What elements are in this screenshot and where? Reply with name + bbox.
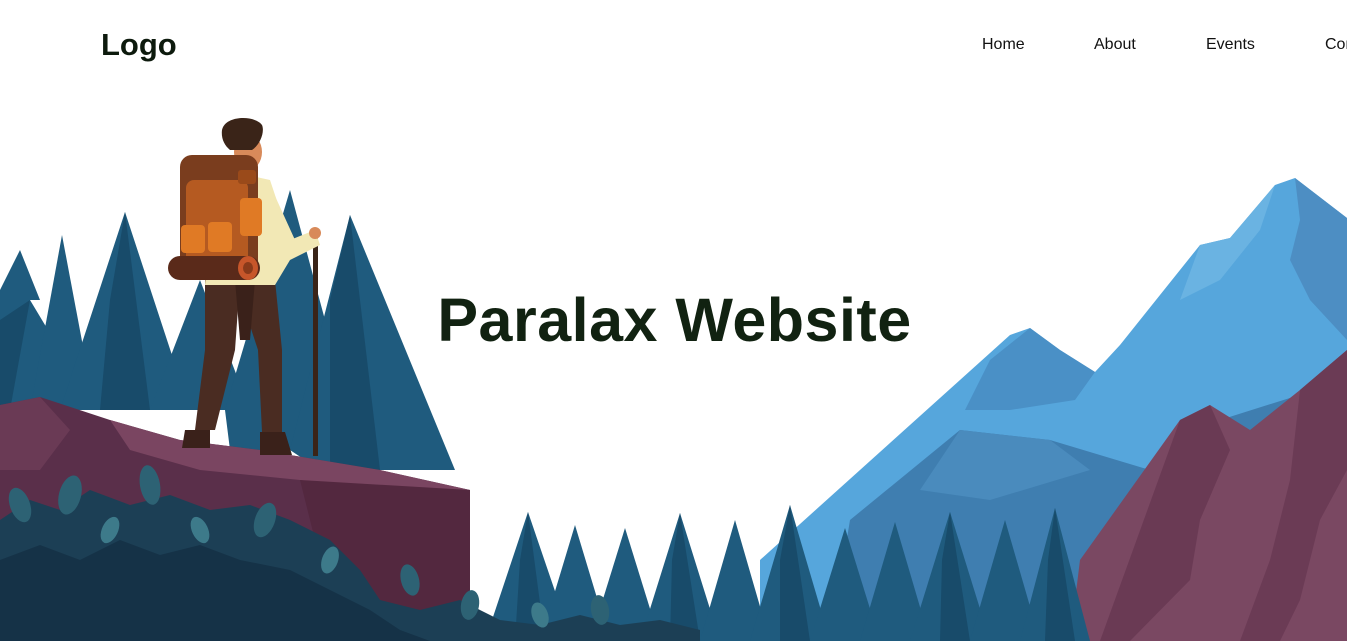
nav-link-events[interactable]: Events: [1206, 34, 1255, 56]
nav-link-about[interactable]: About: [1094, 34, 1136, 56]
hero-title-text: Paralax Website: [437, 286, 912, 354]
page: Logo Home About Events Contact Paralax W…: [0, 0, 1347, 641]
main-nav: Home About Events Contact: [747, 34, 1347, 58]
backpack: [168, 155, 262, 280]
nav-link-contact[interactable]: Contact: [1325, 34, 1347, 56]
nav-link-home[interactable]: Home: [982, 34, 1025, 56]
logo-link[interactable]: Logo: [101, 26, 177, 64]
site-header: Logo Home About Events Contact: [0, 0, 1347, 90]
hero-title: Paralax Website: [0, 282, 1347, 358]
